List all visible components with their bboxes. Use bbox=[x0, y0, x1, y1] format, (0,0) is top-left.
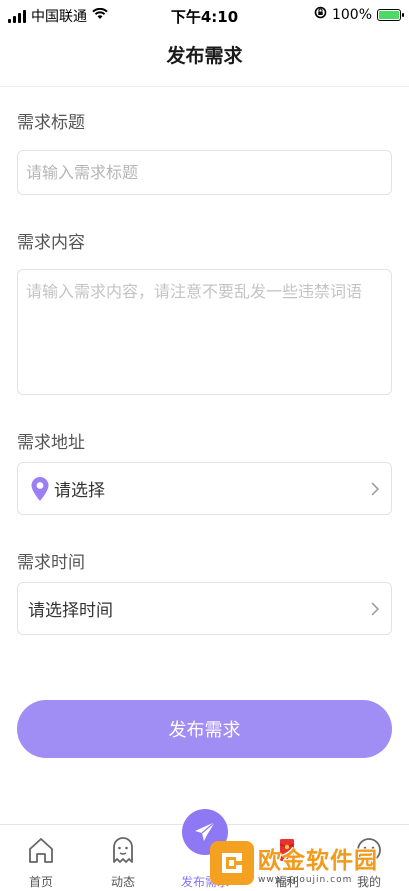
content-textarea[interactable] bbox=[18, 270, 391, 394]
title-label: 需求标题 bbox=[17, 113, 85, 133]
time-select[interactable]: 请选择时间 bbox=[17, 582, 392, 635]
watermark-title: 欧金软件园 bbox=[258, 848, 378, 874]
content-field[interactable] bbox=[17, 269, 392, 395]
ghost-icon bbox=[108, 835, 138, 865]
rotation-lock-icon bbox=[314, 6, 327, 23]
address-select[interactable]: 请选择 bbox=[17, 462, 392, 515]
chevron-right-icon bbox=[367, 479, 383, 499]
watermark: 欧金软件园 www.apoujin.com bbox=[210, 838, 406, 888]
submit-button[interactable]: 发布需求 bbox=[17, 700, 392, 758]
content-label: 需求内容 bbox=[17, 233, 85, 253]
title-field[interactable] bbox=[17, 150, 392, 195]
home-icon bbox=[26, 835, 56, 865]
address-label: 需求地址 bbox=[17, 433, 85, 453]
page-title: 发布需求 bbox=[166, 45, 243, 67]
chevron-right-icon bbox=[367, 599, 383, 619]
status-right: 100% bbox=[314, 6, 404, 23]
battery-percent: 100% bbox=[331, 6, 372, 23]
nav-header: 发布需求 bbox=[0, 36, 409, 80]
tab-moments[interactable]: 动态 bbox=[82, 825, 164, 891]
time-label: 需求时间 bbox=[17, 553, 85, 573]
header-divider bbox=[0, 86, 409, 87]
tab-moments-label: 动态 bbox=[110, 875, 135, 889]
location-pin-icon bbox=[30, 475, 52, 503]
tab-home-label: 首页 bbox=[28, 875, 53, 889]
tab-home[interactable]: 首页 bbox=[0, 825, 82, 891]
title-input[interactable] bbox=[18, 151, 391, 194]
time-value: 请选择时间 bbox=[28, 601, 113, 621]
status-bar: 中国联通 下午4:10 100% bbox=[0, 0, 409, 30]
watermark-url: www.apoujin.com bbox=[258, 875, 353, 885]
address-value: 请选择 bbox=[54, 481, 105, 501]
watermark-logo-icon bbox=[210, 841, 254, 885]
battery-icon bbox=[377, 8, 404, 21]
